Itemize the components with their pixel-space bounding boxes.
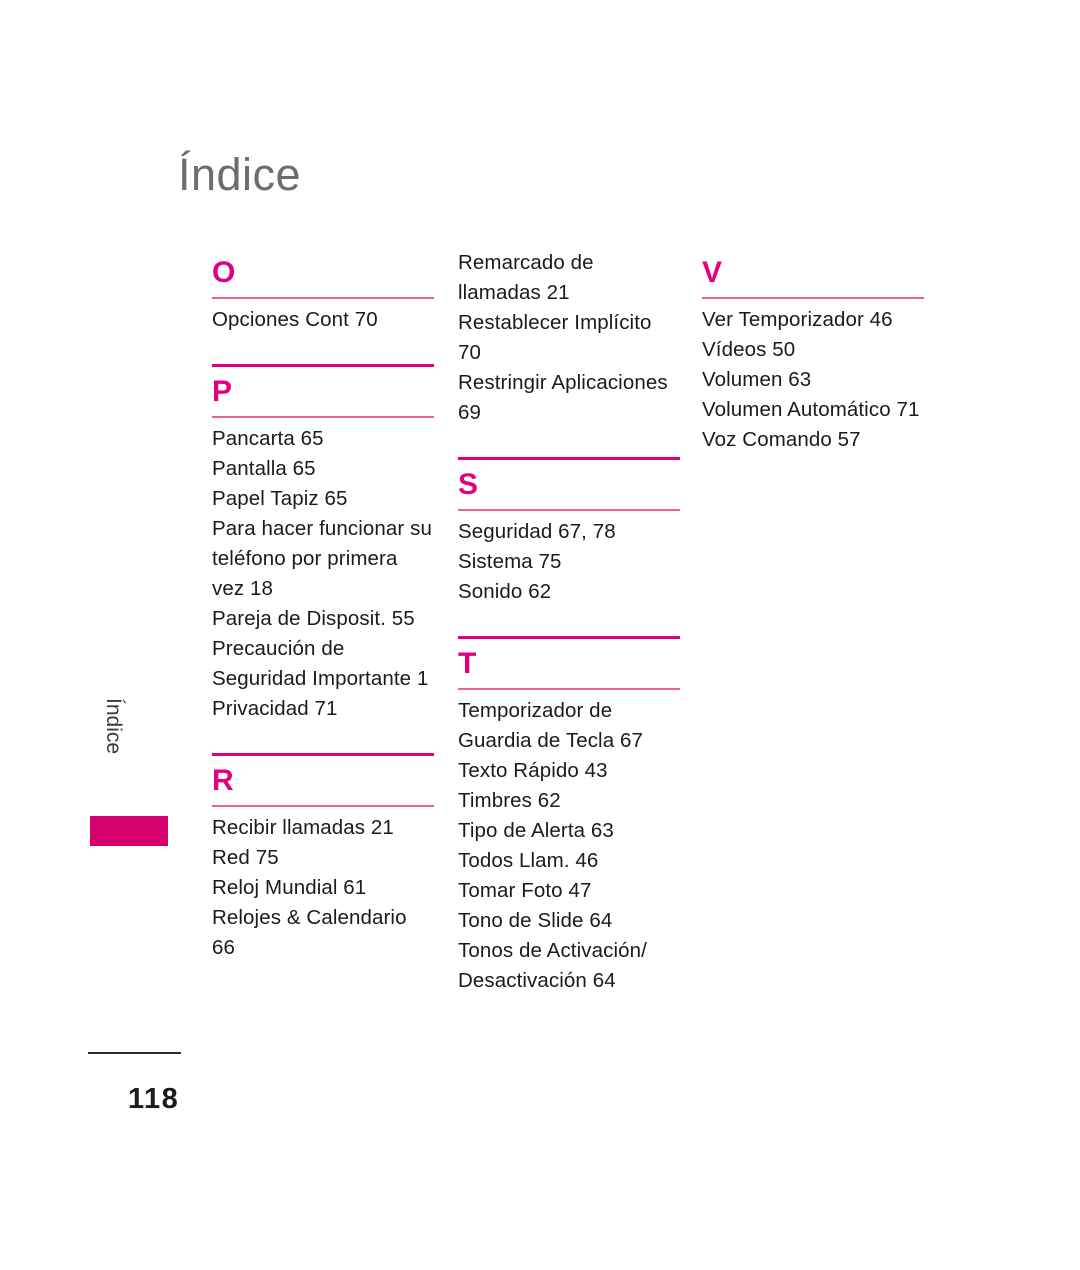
index-entry[interactable]: Pantalla 65 — [212, 454, 434, 484]
index-entry[interactable]: Opciones Cont 70 — [212, 305, 434, 335]
index-entry[interactable]: Tomar Foto 47 — [458, 876, 680, 906]
index-section-o: O Opciones Cont 70 — [212, 248, 434, 335]
index-entry[interactable]: Tipo de Alerta 63 — [458, 816, 680, 846]
index-entry[interactable]: Pancarta 65 — [212, 424, 434, 454]
side-tab-color-block — [90, 816, 168, 846]
index-section-s: S Seguridad 67, 78 Sistema 75 Sonido 62 — [458, 457, 680, 607]
index-entry-group: Recibir llamadas 21 Red 75 Reloj Mundial 6… — [212, 807, 434, 963]
footer-rule — [88, 1052, 181, 1054]
section-letter: R — [212, 764, 234, 797]
index-entry-group: Pancarta 65 Pantalla 65 Papel Tapiz 65 Para… — [212, 418, 434, 724]
index-entry[interactable]: Pareja de Disposit. 55 — [212, 604, 434, 634]
section-letter: P — [212, 375, 233, 408]
index-entry-group: Ver Temporizador 46 Vídeos 50 Volumen 63 Vo… — [702, 299, 924, 455]
index-entry[interactable]: Precaución de Seguridad Importante 1 — [212, 634, 434, 694]
index-entry[interactable]: Texto Rápido 43 — [458, 756, 680, 786]
index-entry[interactable]: Restablecer Implícito 70 — [458, 308, 680, 368]
index-entry[interactable]: Remarcado de llamadas 21 — [458, 248, 680, 308]
index-entry[interactable]: Restringir Aplicaciones 69 — [458, 368, 680, 428]
side-tab-label: Índice — [102, 698, 125, 755]
index-entry[interactable]: Temporizador de Guardia de Tecla 67 — [458, 696, 680, 756]
index-entry[interactable]: Vídeos 50 — [702, 335, 924, 365]
index-entry[interactable]: Relojes & Calendario 66 — [212, 903, 434, 963]
index-entry[interactable]: Recibir llamadas 21 — [212, 813, 434, 843]
index-entry[interactable]: Privacidad 71 — [212, 694, 434, 724]
index-entry[interactable]: Sonido 62 — [458, 577, 680, 607]
index-entry[interactable]: Volumen Automático 71 — [702, 395, 924, 425]
index-entry-group: Temporizador de Guardia de Tecla 67 Texto… — [458, 690, 680, 996]
index-section-p: P Pancarta 65 Pantalla 65 Papel Tapiz 65 Par… — [212, 364, 434, 724]
index-entry[interactable]: Volumen 63 — [702, 365, 924, 395]
index-column-3: V Ver Temporizador 46 Vídeos 50 Volumen 63 V… — [702, 248, 924, 455]
index-entry[interactable]: Red 75 — [212, 843, 434, 873]
index-column-2: Remarcado de llamadas 21 Restablecer Impl… — [458, 248, 680, 996]
section-letter: O — [212, 256, 236, 289]
index-entry-group: Opciones Cont 70 — [212, 299, 434, 335]
index-section-t: T Temporizador de Guardia de Tecla 67 Text… — [458, 636, 680, 996]
page-number: 118 — [128, 1083, 180, 1115]
page-title: Índice — [178, 149, 302, 200]
index-entry[interactable]: Voz Comando 57 — [702, 425, 924, 455]
side-tab: Índice — [90, 690, 180, 850]
index-entry[interactable]: Reloj Mundial 61 — [212, 873, 434, 903]
index-entry[interactable]: Ver Temporizador 46 — [702, 305, 924, 335]
index-entry[interactable]: Seguridad 67, 78 — [458, 517, 680, 547]
index-entry-group: Seguridad 67, 78 Sistema 75 Sonido 62 — [458, 511, 680, 607]
index-entry-group: Remarcado de llamadas 21 Restablecer Impl… — [458, 248, 680, 428]
index-entry[interactable]: Todos Llam. 46 — [458, 846, 680, 876]
index-entry[interactable]: Papel Tapiz 65 — [212, 484, 434, 514]
index-entry[interactable]: Tono de Slide 64 — [458, 906, 680, 936]
index-section-v: V Ver Temporizador 46 Vídeos 50 Volumen 63 V… — [702, 248, 924, 455]
index-entry[interactable]: Tonos de Activación/ Desactivación 64 — [458, 936, 680, 996]
section-letter: T — [458, 647, 477, 680]
index-entry[interactable]: Para hacer funcionar su teléfono por pri… — [212, 514, 434, 604]
index-column-1: O Opciones Cont 70 P Pancarta 65 Pantalla 65… — [212, 248, 434, 963]
section-letter: S — [458, 468, 479, 501]
index-entry[interactable]: Timbres 62 — [458, 786, 680, 816]
section-letter: V — [702, 256, 723, 289]
index-section-r: R Recibir llamadas 21 Red 75 Reloj Mundial … — [212, 753, 434, 963]
index-entry[interactable]: Sistema 75 — [458, 547, 680, 577]
